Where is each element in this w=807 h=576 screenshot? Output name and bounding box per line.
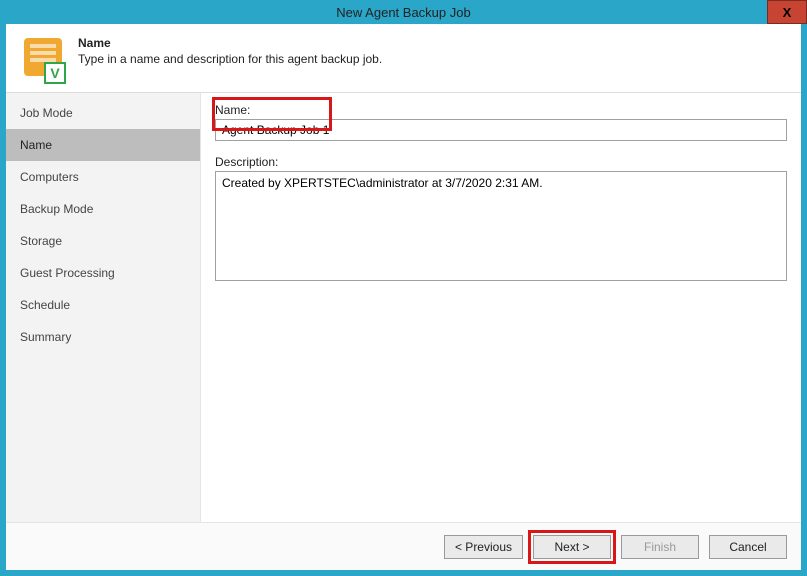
header-title: Name xyxy=(78,36,382,50)
main-panel: Name: Description: xyxy=(201,93,801,522)
description-textarea[interactable] xyxy=(215,171,787,281)
sidebar-item-backup-mode[interactable]: Backup Mode xyxy=(6,193,200,225)
sidebar-item-label: Backup Mode xyxy=(20,202,93,216)
next-button-wrap: Next > xyxy=(533,535,611,559)
sidebar-item-label: Computers xyxy=(20,170,79,184)
close-icon: X xyxy=(783,5,792,20)
sidebar-item-label: Storage xyxy=(20,234,62,248)
sidebar-item-label: Schedule xyxy=(20,298,70,312)
close-button[interactable]: X xyxy=(767,0,807,24)
sidebar-item-name[interactable]: Name xyxy=(6,129,200,161)
dialog-window: New Agent Backup Job X V Name Type in a … xyxy=(0,0,807,576)
footer: < Previous Next > Finish Cancel xyxy=(6,522,801,570)
description-field-block: Description: xyxy=(215,155,787,284)
sidebar-item-schedule[interactable]: Schedule xyxy=(6,289,200,321)
description-label: Description: xyxy=(215,155,787,169)
sidebar-item-label: Job Mode xyxy=(20,106,73,120)
name-label: Name: xyxy=(215,103,787,117)
window-title: New Agent Backup Job xyxy=(336,5,470,20)
next-button[interactable]: Next > xyxy=(533,535,611,559)
previous-button[interactable]: < Previous xyxy=(444,535,523,559)
titlebar: New Agent Backup Job X xyxy=(0,0,807,24)
finish-button-wrap: Finish xyxy=(621,535,699,559)
sidebar-item-job-mode[interactable]: Job Mode xyxy=(6,97,200,129)
name-field-block: Name: xyxy=(215,103,787,141)
sidebar-item-storage[interactable]: Storage xyxy=(6,225,200,257)
cancel-button-wrap: Cancel xyxy=(709,535,787,559)
header: V Name Type in a name and description fo… xyxy=(6,24,801,92)
wizard-steps-sidebar: Job Mode Name Computers Backup Mode Stor… xyxy=(6,93,201,522)
header-text-block: Name Type in a name and description for … xyxy=(78,36,382,66)
name-input[interactable] xyxy=(215,119,787,141)
sidebar-item-label: Name xyxy=(20,138,52,152)
wizard-step-icon: V xyxy=(20,36,68,84)
sidebar-item-guest-processing[interactable]: Guest Processing xyxy=(6,257,200,289)
previous-button-wrap: < Previous xyxy=(444,535,523,559)
sidebar-item-summary[interactable]: Summary xyxy=(6,321,200,353)
sidebar-item-computers[interactable]: Computers xyxy=(6,161,200,193)
finish-button: Finish xyxy=(621,535,699,559)
product-badge-icon: V xyxy=(44,62,66,84)
sidebar-item-label: Guest Processing xyxy=(20,266,115,280)
body: Job Mode Name Computers Backup Mode Stor… xyxy=(6,92,801,522)
cancel-button[interactable]: Cancel xyxy=(709,535,787,559)
header-subtitle: Type in a name and description for this … xyxy=(78,52,382,66)
sidebar-item-label: Summary xyxy=(20,330,71,344)
